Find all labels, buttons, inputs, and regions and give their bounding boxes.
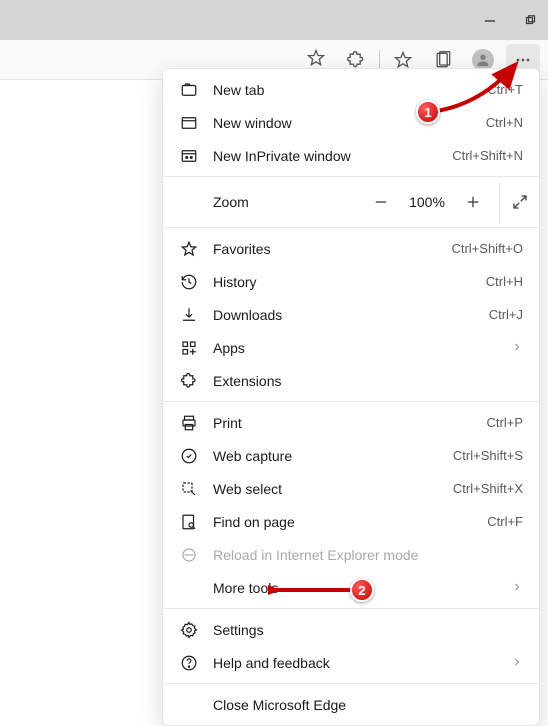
menu-item-shortcut: Ctrl+F (487, 514, 523, 529)
inprivate-icon (179, 146, 199, 166)
menu-item-new-tab[interactable]: New tab Ctrl+T (163, 73, 539, 106)
menu-item-help[interactable]: Help and feedback (163, 646, 539, 679)
chevron-right-icon (511, 580, 523, 596)
menu-divider (163, 227, 539, 228)
menu-item-find[interactable]: Find on page Ctrl+F (163, 505, 539, 538)
menu-item-label: Apps (213, 340, 497, 356)
download-icon (179, 305, 199, 325)
menu-item-label: Print (213, 415, 473, 431)
fullscreen-button[interactable] (499, 182, 539, 222)
menu-item-label: Extensions (213, 373, 523, 389)
menu-item-zoom: Zoom 100% (163, 181, 539, 223)
capture-icon (179, 446, 199, 466)
chevron-right-icon (511, 340, 523, 356)
menu-item-extensions[interactable]: Extensions (163, 364, 539, 397)
tab-icon (179, 80, 199, 100)
history-icon (179, 272, 199, 292)
menu-item-label: Close Microsoft Edge (213, 697, 523, 713)
annotation-badge-2: 2 (350, 578, 374, 602)
menu-item-shortcut: Ctrl+N (486, 115, 523, 130)
menu-item-history[interactable]: History Ctrl+H (163, 265, 539, 298)
puzzle-icon (179, 371, 199, 391)
ie-icon (179, 545, 199, 565)
menu-item-label: Web capture (213, 448, 439, 464)
menu-item-reload-ie: Reload in Internet Explorer mode (163, 538, 539, 571)
print-icon (179, 413, 199, 433)
settings-more-menu: New tab Ctrl+T New window Ctrl+N New InP… (162, 68, 540, 726)
menu-item-print[interactable]: Print Ctrl+P (163, 406, 539, 439)
zoom-in-button[interactable] (461, 190, 485, 214)
menu-item-new-window[interactable]: New window Ctrl+N (163, 106, 539, 139)
menu-item-shortcut: Ctrl+P (487, 415, 523, 430)
select-icon (179, 479, 199, 499)
menu-item-shortcut: Ctrl+Shift+N (452, 148, 523, 163)
menu-item-label: Help and feedback (213, 655, 497, 671)
gear-icon (179, 620, 199, 640)
toolbar-separator (379, 50, 380, 70)
menu-item-label: New tab (213, 82, 473, 98)
menu-item-shortcut: Ctrl+Shift+X (453, 481, 523, 496)
menu-divider (163, 683, 539, 684)
menu-item-label: Downloads (213, 307, 475, 323)
menu-item-shortcut: Ctrl+Shift+O (451, 241, 523, 256)
menu-divider (163, 401, 539, 402)
menu-divider (163, 176, 539, 177)
search-icon (179, 512, 199, 532)
zoom-label: Zoom (213, 194, 369, 210)
menu-divider (163, 608, 539, 609)
menu-item-favorites[interactable]: Favorites Ctrl+Shift+O (163, 232, 539, 265)
zoom-value: 100% (407, 194, 447, 210)
menu-item-shortcut: Ctrl+J (489, 307, 523, 322)
menu-item-label: Find on page (213, 514, 473, 530)
menu-item-label: History (213, 274, 472, 290)
menu-item-shortcut: Ctrl+Shift+S (453, 448, 523, 463)
window-titlebar (0, 0, 548, 40)
star-icon (179, 239, 199, 259)
restore-icon[interactable] (524, 14, 536, 26)
menu-item-new-inprivate[interactable]: New InPrivate window Ctrl+Shift+N (163, 139, 539, 172)
zoom-out-button[interactable] (369, 190, 393, 214)
menu-item-settings[interactable]: Settings (163, 613, 539, 646)
menu-item-label: Favorites (213, 241, 437, 257)
help-icon (179, 653, 199, 673)
menu-item-shortcut: Ctrl+T (487, 82, 523, 97)
menu-item-downloads[interactable]: Downloads Ctrl+J (163, 298, 539, 331)
menu-item-web-select[interactable]: Web select Ctrl+Shift+X (163, 472, 539, 505)
annotation-badge-1: 1 (416, 100, 440, 124)
menu-item-label: Reload in Internet Explorer mode (213, 547, 523, 563)
menu-item-shortcut: Ctrl+H (486, 274, 523, 289)
menu-item-web-capture[interactable]: Web capture Ctrl+Shift+S (163, 439, 539, 472)
apps-icon (179, 338, 199, 358)
window-icon (179, 113, 199, 133)
menu-item-label: Web select (213, 481, 439, 497)
menu-item-label: New InPrivate window (213, 148, 438, 164)
menu-item-label: Settings (213, 622, 523, 638)
menu-item-apps[interactable]: Apps (163, 331, 539, 364)
chevron-right-icon (511, 655, 523, 671)
minimize-icon[interactable] (484, 14, 496, 26)
menu-item-close-edge[interactable]: Close Microsoft Edge (163, 688, 539, 721)
